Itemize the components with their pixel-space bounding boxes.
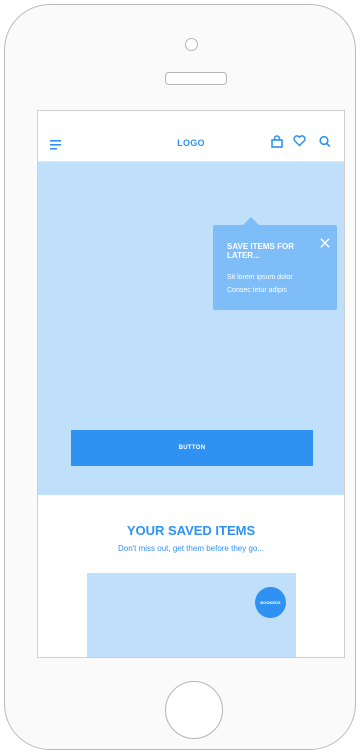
product-badge: BOOKEDS [255,587,286,618]
tooltip-line-2: Consec tetur adipis [227,287,287,294]
shopping-bag-icon[interactable] [271,135,283,148]
navbar: LOGO [38,111,344,162]
tooltip-title: SAVE ITEMS FOR LATER... [227,242,294,260]
phone-frame: LOGO SAVE ITEMS FOR LATER... Sit lorem i… [4,4,356,750]
search-icon[interactable] [319,135,331,148]
tooltip-line-1: Sit lorem ipsum dolor [227,274,293,281]
tooltip-body: Sit lorem ipsum dolor Consec tetur adipi… [227,271,331,297]
home-button[interactable] [165,681,223,739]
heart-icon[interactable] [293,135,306,147]
camera [185,38,198,51]
close-icon[interactable] [320,238,330,248]
saved-items-subtitle: Don't miss out, get them before they go.… [117,544,265,553]
save-items-tooltip: SAVE ITEMS FOR LATER... Sit lorem ipsum … [213,225,337,310]
hero-button[interactable]: BUTTON [71,430,313,466]
hero-banner: SAVE ITEMS FOR LATER... Sit lorem ipsum … [38,162,344,495]
tooltip-arrow [243,217,259,225]
saved-items-title: YOUR SAVED ITEMS [126,523,256,538]
speaker [165,72,227,85]
screen: LOGO SAVE ITEMS FOR LATER... Sit lorem i… [37,110,345,658]
saved-item-card[interactable]: BOOKEDS [87,573,296,657]
